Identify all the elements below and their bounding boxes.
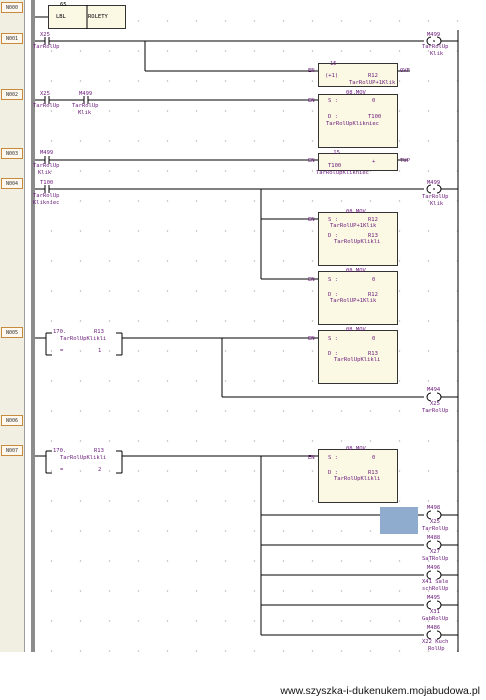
label-t16: Klik <box>78 110 92 116</box>
label-t66: M494 <box>427 387 441 393</box>
label-t6: EN <box>308 68 315 74</box>
label-t40: EN <box>308 217 315 223</box>
label-t94: X22 Kuch <box>422 639 449 645</box>
label-t54: 170. <box>53 329 67 335</box>
label-t19: S : <box>328 98 338 104</box>
label-t1: X25 <box>40 32 50 38</box>
label-t61: S : <box>328 336 338 342</box>
label-t50: 0 <box>372 277 376 283</box>
label-t56: TarRolUpKlikli <box>60 336 107 342</box>
label-t5: Klik <box>430 51 444 57</box>
label-t7: 15 <box>330 61 337 67</box>
label-t81: M498 <box>427 505 441 511</box>
label-t67: X25 <box>430 401 440 407</box>
label-t32: TUP <box>400 158 410 164</box>
label-t59: 08.MOV <box>346 327 366 333</box>
label-t65: TarRolUpKlikli <box>334 357 381 363</box>
label-t46: TarRolUpKlikli <box>334 239 381 245</box>
label-t53: TarRolUP+1Klik <box>330 298 377 304</box>
label-t93: M486 <box>427 625 441 631</box>
label-t48: EN <box>308 277 315 283</box>
label-t30: + <box>372 159 376 165</box>
label-t31: TarRolUpKlikniec <box>316 170 369 176</box>
label-t74: 08.MOV <box>346 446 366 452</box>
label-t49: S : <box>328 277 338 283</box>
label-t9: R12 <box>368 73 378 79</box>
label-t62: 0 <box>372 336 376 342</box>
label-t80: TarRolUpKlikli <box>334 476 381 482</box>
label-t24: M499 <box>40 150 54 156</box>
label-t55: R13 <box>94 329 104 335</box>
label-t86: SaTRolUp <box>422 556 449 562</box>
label-t76: S : <box>328 455 338 461</box>
label-t39: 08.MOV <box>346 209 366 215</box>
label-t21: D : <box>328 114 338 120</box>
label-t27: .15 <box>330 150 340 156</box>
label-t84: M488 <box>427 535 441 541</box>
label-t29: T100 <box>328 163 342 169</box>
label-t23: TarRolUpKlikniec <box>326 121 379 127</box>
label-t25: TarRolUp <box>33 163 60 169</box>
label-t91: X31 <box>430 609 440 615</box>
label-t47: 08.MOV <box>346 268 366 274</box>
label-t13: TarRolUp <box>33 103 60 109</box>
selection-highlight <box>380 507 418 534</box>
label-t73: 2 <box>98 467 102 473</box>
label-t77: 0 <box>372 455 376 461</box>
label-t89: schRolUp <box>422 586 449 592</box>
label-t33: T100 <box>40 180 54 186</box>
label-t68: TarRolUp <box>422 408 449 414</box>
label-t34: TarRolUp <box>33 193 60 199</box>
ladder-editor[interactable]: N000 N001 N002 N003 N004 N005 N006 N007 65 LBL … <box>0 0 486 652</box>
label-t18: EN <box>308 98 315 104</box>
label-t57: = <box>60 348 64 354</box>
label-t87: M496 <box>427 565 441 571</box>
label-t36: M499 <box>427 180 441 186</box>
label-t35: Klikniec <box>33 200 60 206</box>
label-t22: T100 <box>368 114 382 120</box>
label-t70: R13 <box>94 448 104 454</box>
ladder-wiring <box>35 5 459 652</box>
label-t85: X27 <box>430 549 440 555</box>
label-t37: TarRolUp <box>422 194 449 200</box>
label-t90: M495 <box>427 595 441 601</box>
label-t58: 1 <box>98 348 102 354</box>
label-t2: TarRolUp <box>33 44 60 50</box>
label-t83: TarRolUp <box>422 526 449 532</box>
label-t38: Klik <box>430 201 444 207</box>
watermark-area: www.szyszka-i-dukenukem.mojabudowa.pl <box>0 652 486 700</box>
label-t43: TarRolUP+1Klik <box>330 223 377 229</box>
label-t60: EN <box>308 336 315 342</box>
label-t28: EN <box>308 158 315 164</box>
label-t69: 170. <box>53 448 67 454</box>
label-t82: X25 <box>430 519 440 525</box>
label-t11: OVF <box>400 68 410 74</box>
label-t14: M499 <box>79 91 93 97</box>
label-t75: EN <box>308 455 315 461</box>
label-t10: TarRolUP+1Klik <box>349 80 396 86</box>
label-t72: = <box>60 467 64 473</box>
label-t15: TarRolUp <box>72 103 99 109</box>
label-t12: X25 <box>40 91 50 97</box>
label-t8: (+1) <box>325 73 339 79</box>
label-t4: TarRolUp <box>422 44 449 50</box>
label-t20: 0 <box>372 98 376 104</box>
label-t88: X41 Sale <box>422 579 449 585</box>
label-t71: TarRolUpKlikli <box>60 455 107 461</box>
label-t3: M499 <box>427 32 441 38</box>
label-t92: GabRolUp <box>422 616 449 622</box>
website-url: www.szyszka-i-dukenukem.mojabudowa.pl <box>280 685 480 697</box>
label-t17: 08.MOV <box>346 90 366 96</box>
label-t26: Klik <box>38 170 52 176</box>
